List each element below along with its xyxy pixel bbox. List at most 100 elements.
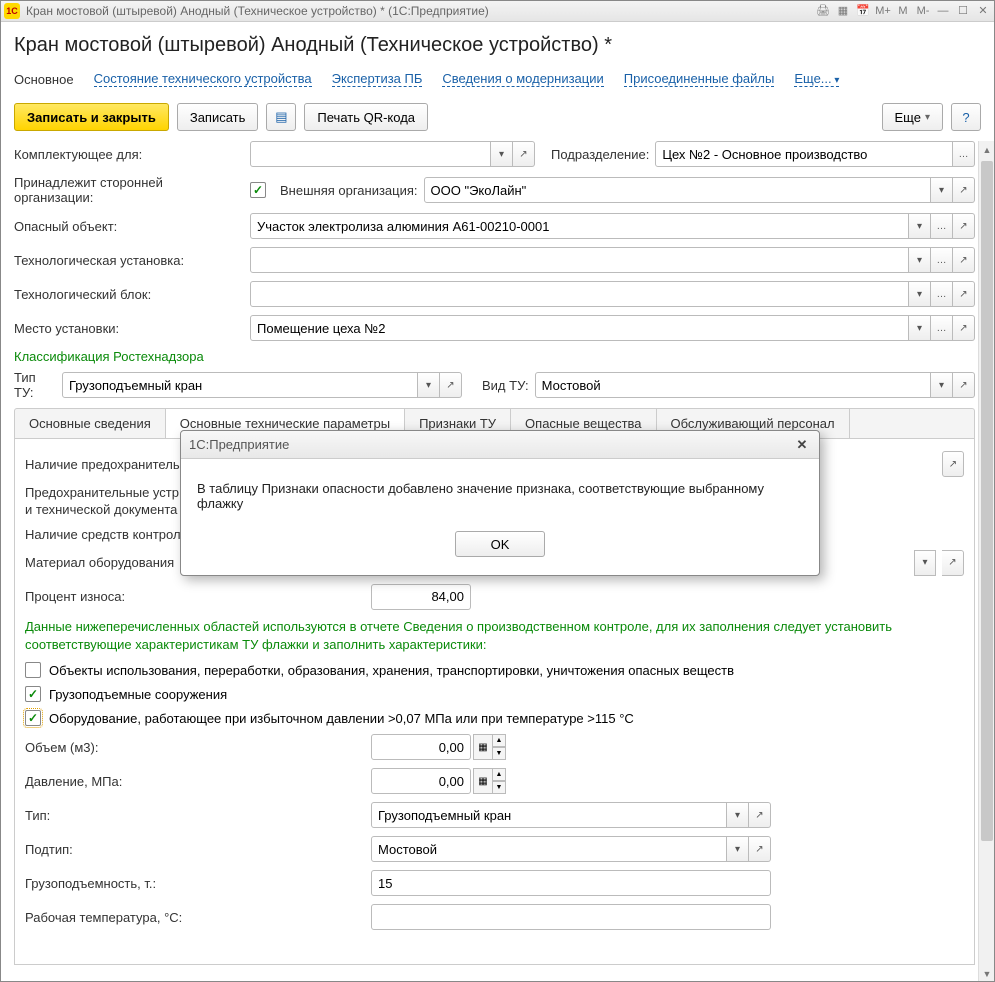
help-button[interactable]: ?	[951, 103, 981, 131]
tech-install-label: Технологическая установка:	[14, 253, 244, 268]
open-icon[interactable]: ↗	[953, 281, 975, 307]
open-icon[interactable]: ↗	[440, 372, 462, 398]
dropdown-icon[interactable]: ▾	[909, 213, 931, 239]
complect-input[interactable]	[250, 141, 491, 167]
tech-block-input[interactable]	[250, 281, 909, 307]
capacity-label: Грузоподъемность, т.:	[25, 876, 365, 891]
chk-objects[interactable]	[25, 662, 41, 678]
subtype-label: Подтип:	[25, 842, 365, 857]
chk-lifting[interactable]	[25, 686, 41, 702]
calc-icon[interactable]: ▦	[473, 768, 493, 794]
dropdown-icon[interactable]: ▾	[909, 315, 931, 341]
spin-up-icon[interactable]: ▲	[492, 768, 506, 781]
spin-down-icon[interactable]: ▼	[492, 781, 506, 794]
dialog-close-icon[interactable]: ✕	[793, 436, 811, 454]
ellipsis-icon[interactable]: …	[953, 141, 975, 167]
capacity-input[interactable]: 15	[371, 870, 771, 896]
m-icon[interactable]: M	[895, 3, 911, 19]
tech-install-input[interactable]	[250, 247, 909, 273]
wear-input[interactable]: 84,00	[371, 584, 471, 610]
window-title: Кран мостовой (штыревой) Анодный (Технич…	[26, 4, 815, 18]
scroll-up-icon[interactable]: ▲	[979, 141, 995, 158]
dropdown-icon[interactable]: ▾	[418, 372, 440, 398]
subtype-input[interactable]: Мостовой	[371, 836, 727, 862]
open-icon[interactable]: ↗	[942, 451, 964, 477]
type-input[interactable]: Грузоподъемный кран	[371, 802, 727, 828]
minimize-icon[interactable]: —	[935, 3, 951, 19]
place-input[interactable]: Помещение цеха №2	[250, 315, 909, 341]
open-icon[interactable]: ↗	[942, 550, 964, 576]
pressure-input[interactable]: 0,00	[371, 768, 471, 794]
dialog-title: 1С:Предприятие	[189, 437, 793, 452]
ext-org-input[interactable]: ООО "ЭкоЛайн"	[424, 177, 931, 203]
open-icon[interactable]: ↗	[749, 836, 771, 862]
open-icon[interactable]: ↗	[513, 141, 535, 167]
open-icon[interactable]: ↗	[953, 177, 975, 203]
vertical-scrollbar[interactable]: ▲ ▼	[978, 141, 995, 982]
open-icon[interactable]: ↗	[953, 247, 975, 273]
dropdown-icon[interactable]: ▾	[727, 836, 749, 862]
save-button[interactable]: Записать	[177, 103, 259, 131]
green-note: Данные нижеперечисленных областей исполь…	[25, 618, 964, 654]
chk-objects-label: Объекты использования, переработки, обра…	[49, 663, 734, 678]
ellipsis-icon[interactable]: …	[931, 213, 953, 239]
app-logo: 1C	[4, 3, 20, 19]
dropdown-icon[interactable]: ▾	[491, 141, 513, 167]
list-icon-button[interactable]: ▤	[266, 103, 296, 131]
tab-modern[interactable]: Сведения о модернизации	[442, 71, 603, 87]
danger-obj-input[interactable]: Участок электролиза алюминия А61-00210-0…	[250, 213, 909, 239]
tab-status[interactable]: Состояние технического устройства	[94, 71, 312, 87]
dropdown-icon[interactable]: ▾	[727, 802, 749, 828]
subtab-main-info[interactable]: Основные сведения	[15, 409, 166, 438]
tab-attached[interactable]: Присоединенные файлы	[624, 71, 775, 87]
dropdown-icon[interactable]: ▾	[931, 372, 953, 398]
tab-more[interactable]: Еще...	[794, 71, 839, 87]
belongs-ext-label: Принадлежит сторонней организации:	[14, 175, 244, 205]
print-qr-button[interactable]: Печать QR-кода	[304, 103, 428, 131]
open-icon[interactable]: ↗	[953, 213, 975, 239]
dialog-message: В таблицу Признаки опасности добавлено з…	[197, 481, 803, 511]
open-icon[interactable]: ↗	[953, 315, 975, 341]
division-input[interactable]: Цех №2 - Основное производство	[655, 141, 953, 167]
tab-expertise[interactable]: Экспертиза ПБ	[332, 71, 423, 87]
vol-input[interactable]: 0,00	[371, 734, 471, 760]
calendar-icon[interactable]: 📅	[855, 3, 871, 19]
save-close-button[interactable]: Записать и закрыть	[14, 103, 169, 131]
tip-tu-input[interactable]: Грузоподъемный кран	[62, 372, 418, 398]
scroll-down-icon[interactable]: ▼	[979, 965, 995, 982]
ellipsis-icon[interactable]: …	[931, 315, 953, 341]
vid-tu-input[interactable]: Мостовой	[535, 372, 931, 398]
calculator-icon[interactable]: ▦	[835, 3, 851, 19]
maximize-icon[interactable]: ☐	[955, 3, 971, 19]
nav-tabs: Основное Состояние технического устройст…	[14, 71, 981, 87]
chk-pressure[interactable]	[25, 710, 41, 726]
vid-tu-label: Вид ТУ:	[482, 378, 529, 393]
ellipsis-icon[interactable]: …	[931, 281, 953, 307]
dropdown-icon[interactable]: ▾	[909, 247, 931, 273]
ellipsis-icon[interactable]: …	[931, 247, 953, 273]
mplus-icon[interactable]: M+	[875, 3, 891, 19]
work-temp-input[interactable]	[371, 904, 771, 930]
spin-down-icon[interactable]: ▼	[492, 747, 506, 760]
danger-obj-label: Опасный объект:	[14, 219, 244, 234]
dropdown-icon[interactable]: ▾	[909, 281, 931, 307]
close-icon[interactable]: ✕	[975, 3, 991, 19]
more-button[interactable]: Еще	[882, 103, 943, 131]
open-icon[interactable]: ↗	[953, 372, 975, 398]
dialog-ok-button[interactable]: OK	[455, 531, 545, 557]
mminus-icon[interactable]: M-	[915, 3, 931, 19]
open-icon[interactable]: ↗	[749, 802, 771, 828]
dropdown-icon[interactable]: ▾	[914, 550, 936, 576]
scroll-thumb[interactable]	[981, 161, 993, 841]
print-icon[interactable]: 🖨	[815, 3, 831, 19]
spin-up-icon[interactable]: ▲	[492, 734, 506, 747]
window-titlebar: 1C Кран мостовой (штыревой) Анодный (Тех…	[0, 0, 995, 22]
page-title: Кран мостовой (штыревой) Анодный (Технич…	[14, 34, 981, 57]
dropdown-icon[interactable]: ▾	[931, 177, 953, 203]
calc-icon[interactable]: ▦	[473, 734, 493, 760]
tab-main[interactable]: Основное	[14, 72, 74, 87]
chk-lifting-label: Грузоподъемные сооружения	[49, 687, 227, 702]
belongs-ext-checkbox[interactable]	[250, 182, 266, 198]
vol-label: Объем (м3):	[25, 740, 365, 755]
chk-pressure-label: Оборудование, работающее при избыточном …	[49, 711, 634, 726]
